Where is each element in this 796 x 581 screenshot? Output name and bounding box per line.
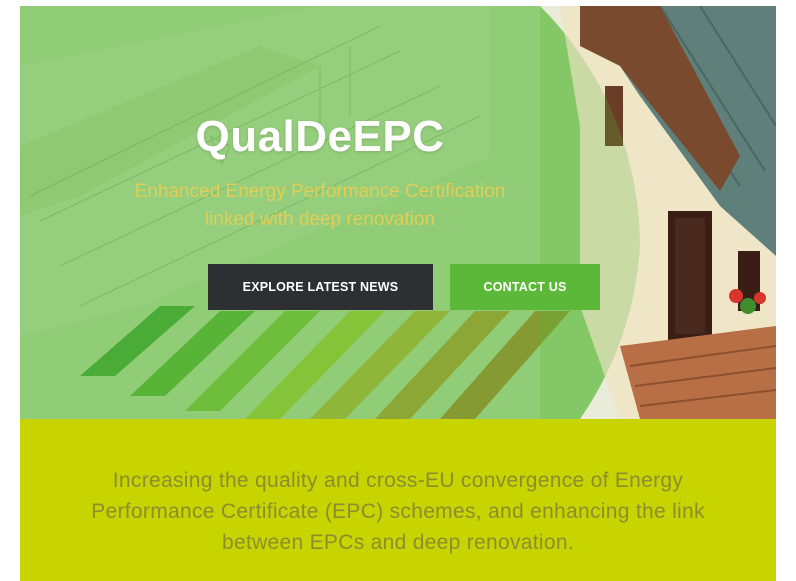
contact-us-button[interactable]: CONTACT US: [450, 264, 600, 310]
hero-subtitle-line: Enhanced Energy Performance Certificatio…: [134, 181, 506, 202]
hero-subtitle-line: linked with deep renovation: [204, 209, 436, 230]
hero-title: QualDeEPC: [195, 112, 445, 161]
page-frame: QualDeEPC Enhanced Energy Performance Ce…: [20, 6, 776, 581]
explore-latest-news-button[interactable]: EXPLORE LATEST NEWS: [208, 264, 433, 310]
mission-text-line: Increasing the quality and cross-EU conv…: [112, 469, 684, 492]
mission-text-line: Performance Certificate (EPC) schemes, a…: [91, 500, 705, 523]
hero-subtitle: Enhanced Energy Performance Certificatio…: [20, 178, 620, 234]
mission-banner: Increasing the quality and cross-EU conv…: [20, 419, 776, 581]
mission-text-line: between EPCs and deep renovation.: [222, 531, 574, 554]
hero-section: QualDeEPC Enhanced Energy Performance Ce…: [20, 6, 776, 419]
mission-text: Increasing the quality and cross-EU conv…: [20, 465, 776, 558]
